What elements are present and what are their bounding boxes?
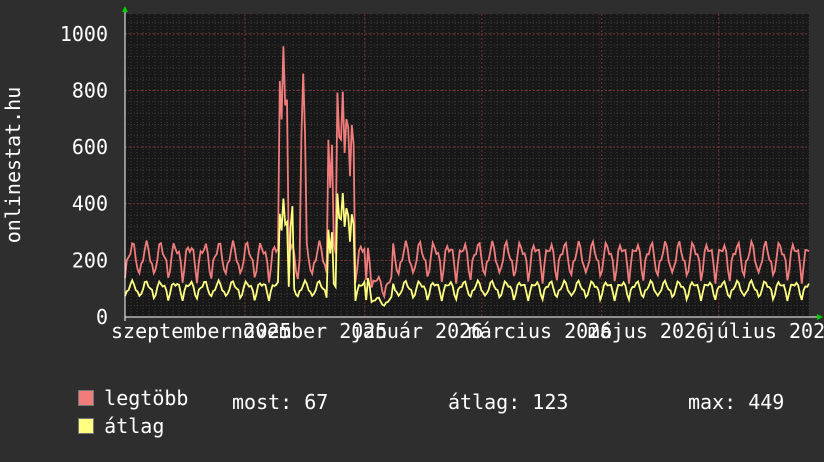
- x-tick-label: július 2026: [705, 319, 824, 343]
- chart-root: 0 200 400 600 800 1000 szeptember 2025 november…: [0, 0, 824, 438]
- stat-avg: átlag: 123: [448, 390, 569, 414]
- y-tick-label: 400: [72, 192, 108, 216]
- stat-now: most: 67: [232, 390, 329, 414]
- y-axis-label: onlinestat.hu: [1, 87, 25, 244]
- legend-swatch-avg: [78, 418, 95, 434]
- y-tick-label: 0: [96, 305, 108, 329]
- y-axis-arrow: [122, 6, 128, 12]
- x-tick-label: május 2026: [588, 319, 708, 343]
- legend-label-avg: átlag: [104, 414, 165, 438]
- y-tick-label: 800: [72, 78, 108, 102]
- legend-avg: átlag: [30, 390, 164, 462]
- y-tick-label: 200: [72, 248, 108, 272]
- stat-max: max: 449: [688, 390, 785, 414]
- y-tick-label: 1000: [60, 22, 108, 46]
- x-tick-label: január 2026: [351, 319, 483, 343]
- grid: [124, 14, 810, 318]
- y-tick-label: 600: [72, 135, 108, 159]
